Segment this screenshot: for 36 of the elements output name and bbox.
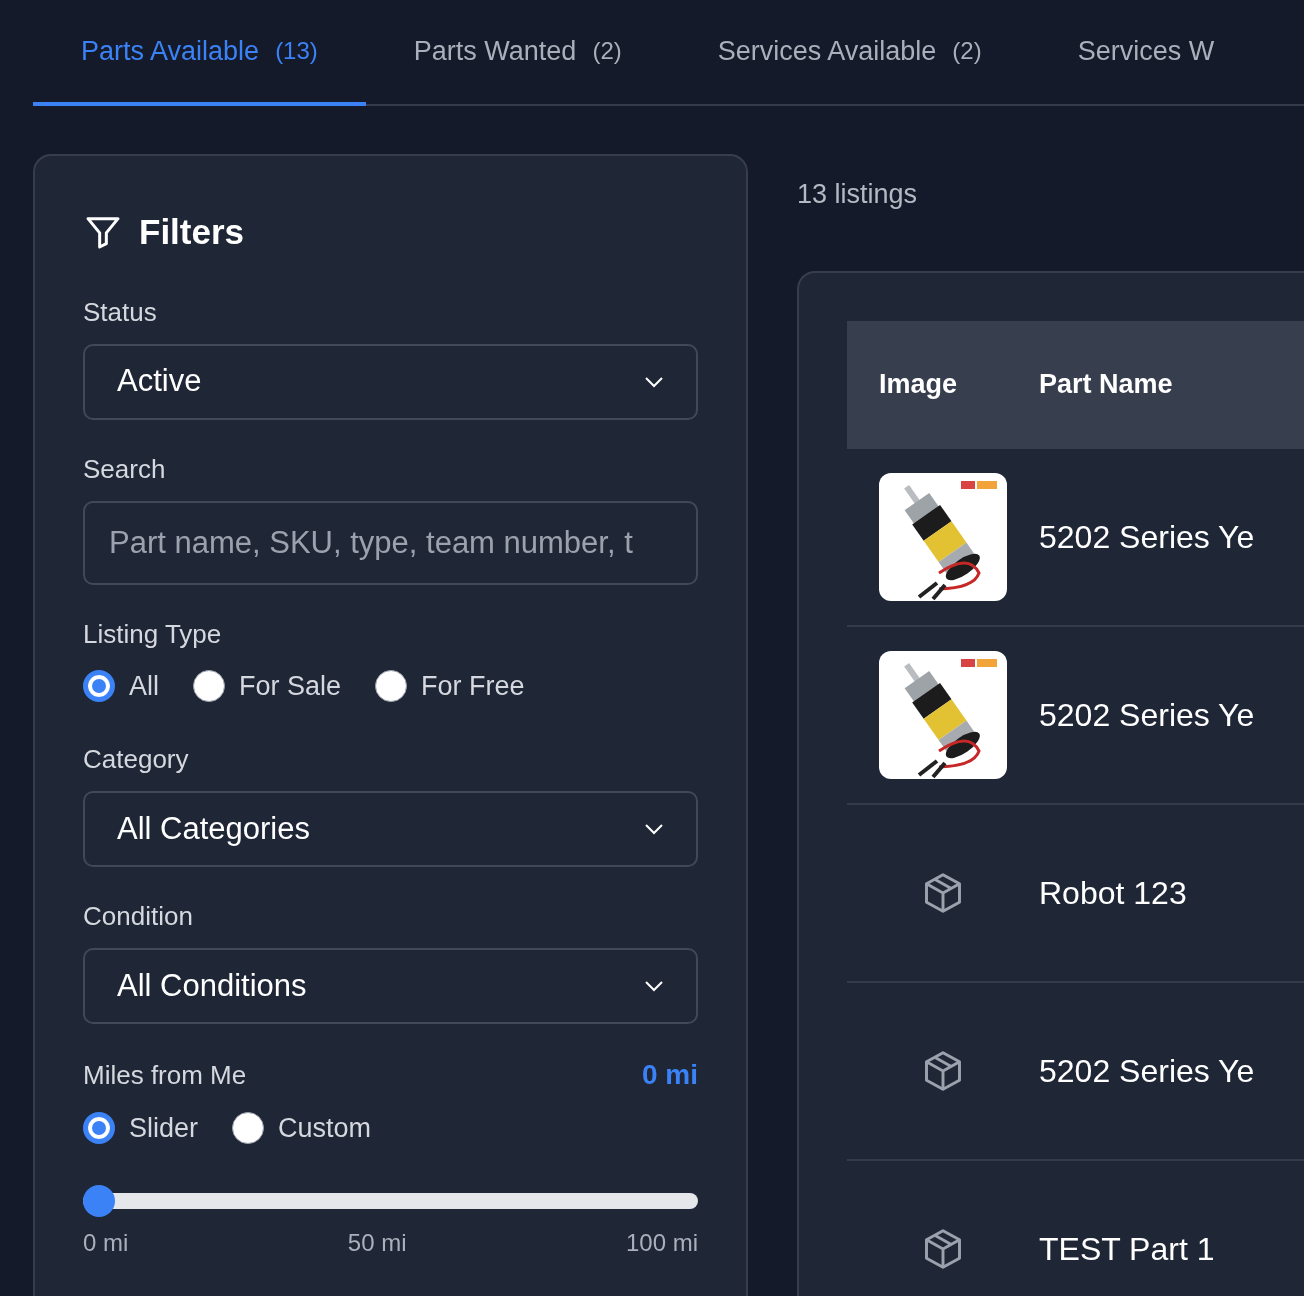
condition-select[interactable]: All Conditions: [83, 948, 698, 1024]
radio-option[interactable]: For Sale: [193, 665, 342, 706]
distance-value: 0 mi: [641, 1058, 698, 1092]
search-field[interactable]: Part name, SKU, type, team number, t: [83, 500, 698, 585]
field-label: Search: [83, 452, 167, 486]
radio-option[interactable]: For Free: [375, 665, 525, 706]
chevron-down-icon: [644, 980, 664, 992]
slider-tick-label: 100 mi: [625, 1227, 698, 1258]
field-label: Category: [83, 743, 190, 776]
slider-tick-label: 0 mi: [83, 1227, 129, 1258]
field-label: Miles from Me: [83, 1058, 247, 1092]
tab[interactable]: Parts Wanted (2): [365, 0, 670, 106]
filters-title: Filters: [139, 211, 245, 253]
part-name: 5202 Series Ye: [1039, 1051, 1255, 1091]
radio-option[interactable]: All: [83, 665, 159, 706]
part-name: Robot 123: [1039, 873, 1187, 913]
part-name: 5202 Series Ye: [1039, 695, 1255, 735]
slider[interactable]: [83, 1184, 698, 1217]
radio-option[interactable]: Slider: [83, 1108, 199, 1149]
chevron-down-icon: [644, 823, 664, 835]
field-label: Listing Type: [83, 617, 223, 651]
status-select[interactable]: Active: [83, 343, 698, 420]
listing-count: 13 listings: [797, 178, 919, 211]
chevron-down-icon: [644, 375, 664, 388]
radio-option[interactable]: Custom: [232, 1108, 372, 1149]
category-select[interactable]: All Categories: [83, 791, 698, 867]
tab[interactable]: Services W: [1029, 0, 1215, 106]
tab[interactable]: Parts Available (13): [33, 0, 366, 106]
column-header: Image: [878, 368, 959, 402]
field-label: Condition: [83, 900, 194, 933]
part-name: 5202 Series Ye: [1039, 517, 1255, 557]
slider-tick-label: 50 mi: [347, 1227, 407, 1258]
part-name: TEST Part 1: [1039, 1229, 1215, 1269]
column-header: Part Name: [1039, 368, 1173, 402]
tab[interactable]: Services Available (2): [669, 0, 1030, 106]
field-label: Status: [83, 295, 158, 329]
